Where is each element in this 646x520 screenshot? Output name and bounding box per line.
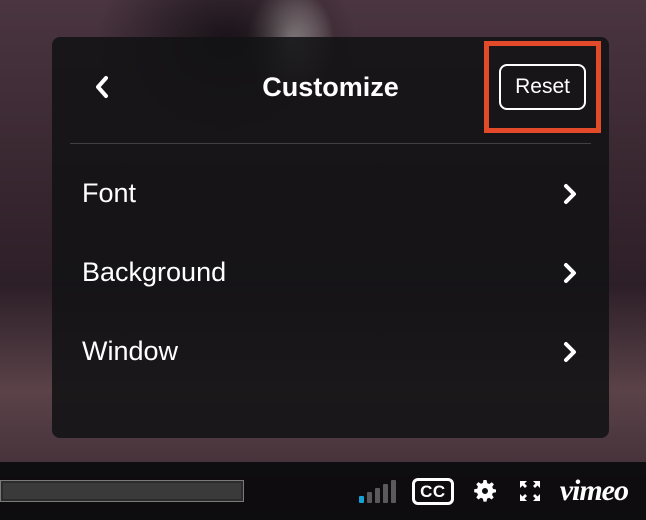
panel-title: Customize [262,72,399,103]
volume-bar [391,480,396,503]
chevron-left-icon [94,75,110,99]
menu-item-label: Font [82,178,136,209]
volume-control[interactable] [359,479,396,503]
volume-bar [367,492,372,503]
progress-bar[interactable] [0,480,244,502]
vimeo-logo[interactable]: vimeo [560,474,628,508]
back-button[interactable] [82,67,122,107]
settings-button[interactable] [470,476,500,506]
volume-bar [383,484,388,503]
menu-item-label: Window [82,336,178,367]
fullscreen-icon [516,477,544,505]
menu-item-label: Background [82,257,226,288]
panel-header: Customize Reset [52,37,609,143]
progress-fill [3,483,241,499]
menu-item-background[interactable]: Background [52,233,609,312]
reset-highlight: Reset [484,41,601,133]
volume-bar [359,496,364,503]
menu-item-window[interactable]: Window [52,312,609,391]
fullscreen-button[interactable] [516,477,544,505]
volume-bar [375,488,380,503]
menu-item-font[interactable]: Font [52,154,609,233]
closed-captions-button[interactable]: CC [412,478,454,505]
reset-button[interactable]: Reset [499,64,586,110]
customize-panel: Customize Reset Font Background Window [52,37,609,438]
chevron-right-icon [563,183,577,205]
chevron-right-icon [563,341,577,363]
menu-list: Font Background Window [52,144,609,401]
gear-icon [470,476,500,506]
player-controls: CC vimeo [0,462,646,520]
chevron-right-icon [563,262,577,284]
